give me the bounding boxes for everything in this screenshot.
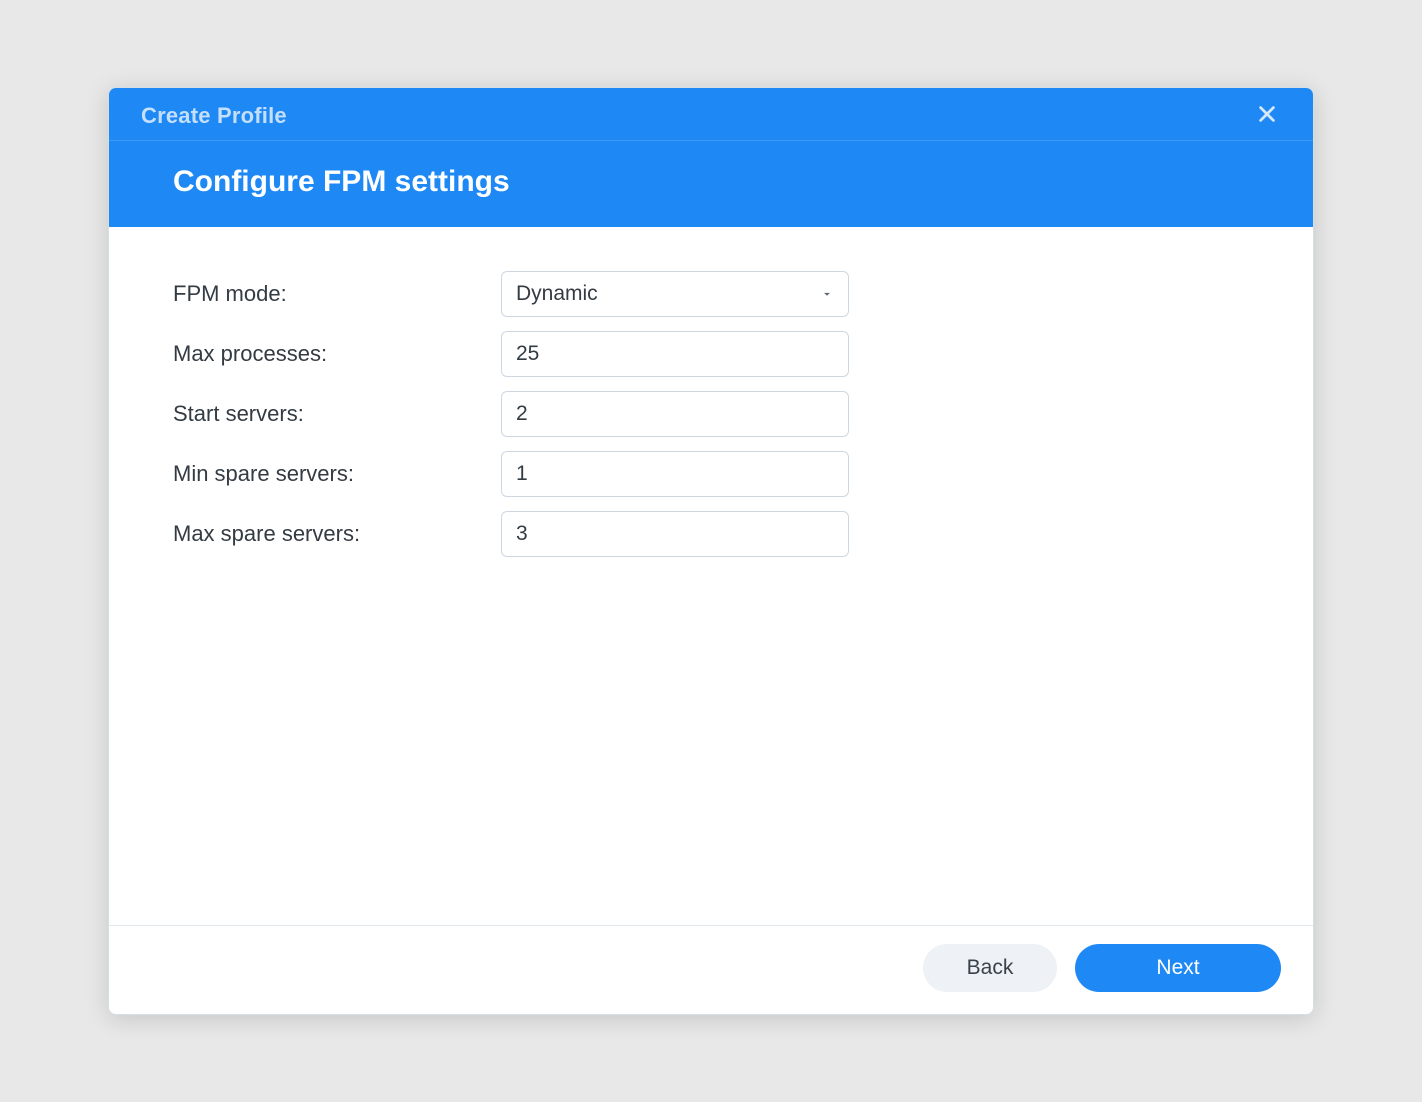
subtitle-bar: Configure FPM settings <box>109 141 1313 227</box>
modal-footer: Back Next <box>109 925 1313 1014</box>
fpm-mode-select[interactable]: Dynamic <box>501 271 849 317</box>
close-icon <box>1256 103 1278 130</box>
fpm-mode-label: FPM mode: <box>173 281 501 307</box>
max-spare-servers-label: Max spare servers: <box>173 521 501 547</box>
modal-body: FPM mode: Dynamic Max processes: Start s… <box>109 227 1313 925</box>
start-servers-label: Start servers: <box>173 401 501 427</box>
modal-header: Create Profile Configure FPM settings <box>109 88 1313 227</box>
max-processes-label: Max processes: <box>173 341 501 367</box>
title-bar: Create Profile <box>109 88 1313 141</box>
form-row-max-spare-servers: Max spare servers: <box>173 511 1249 557</box>
back-button[interactable]: Back <box>923 944 1057 992</box>
min-spare-servers-label: Min spare servers: <box>173 461 501 487</box>
form-row-min-spare-servers: Min spare servers: <box>173 451 1249 497</box>
form-row-fpm-mode: FPM mode: Dynamic <box>173 271 1249 317</box>
window-title: Create Profile <box>141 103 287 129</box>
create-profile-modal: Create Profile Configure FPM settings FP… <box>108 87 1314 1015</box>
fpm-mode-value: Dynamic <box>516 282 820 306</box>
chevron-down-icon <box>820 287 834 301</box>
max-processes-input[interactable] <box>501 331 849 377</box>
start-servers-input[interactable] <box>501 391 849 437</box>
min-spare-servers-input[interactable] <box>501 451 849 497</box>
form-row-max-processes: Max processes: <box>173 331 1249 377</box>
close-button[interactable] <box>1253 102 1281 130</box>
page-title: Configure FPM settings <box>173 165 1249 199</box>
next-button[interactable]: Next <box>1075 944 1281 992</box>
form-row-start-servers: Start servers: <box>173 391 1249 437</box>
max-spare-servers-input[interactable] <box>501 511 849 557</box>
